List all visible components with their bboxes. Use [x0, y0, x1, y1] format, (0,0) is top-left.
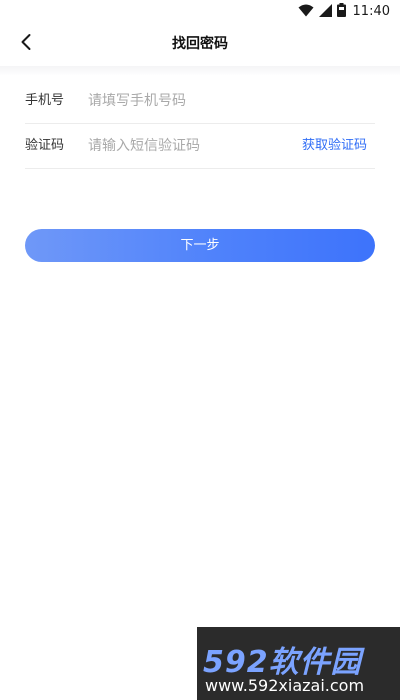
- next-button[interactable]: 下一步: [25, 229, 375, 262]
- watermark-brand: 592软件园: [203, 645, 362, 680]
- phone-label: 手机号: [25, 93, 65, 108]
- status-bar: 11:40: [0, 0, 400, 22]
- watermark-url: www.592xiazai.com: [205, 676, 365, 695]
- get-code-button[interactable]: 获取验证码: [302, 124, 367, 168]
- phone-row: 手机号: [25, 79, 375, 124]
- status-icons: 11:40: [298, 2, 390, 20]
- code-label: 验证码: [25, 138, 65, 153]
- code-row: 验证码 获取验证码: [25, 124, 375, 169]
- sms-code-input[interactable]: [88, 133, 278, 159]
- battery-icon: [336, 2, 346, 21]
- wifi-icon: [298, 2, 314, 21]
- signal-icon: [318, 2, 332, 21]
- status-time: 11:40: [352, 3, 390, 19]
- page-title: 找回密码: [172, 36, 228, 52]
- phone-input[interactable]: [88, 88, 288, 114]
- watermark: 592软件园 www.592xiazai.com: [197, 627, 400, 700]
- nav-bar: 找回密码: [0, 22, 400, 66]
- header-divider: [0, 66, 400, 76]
